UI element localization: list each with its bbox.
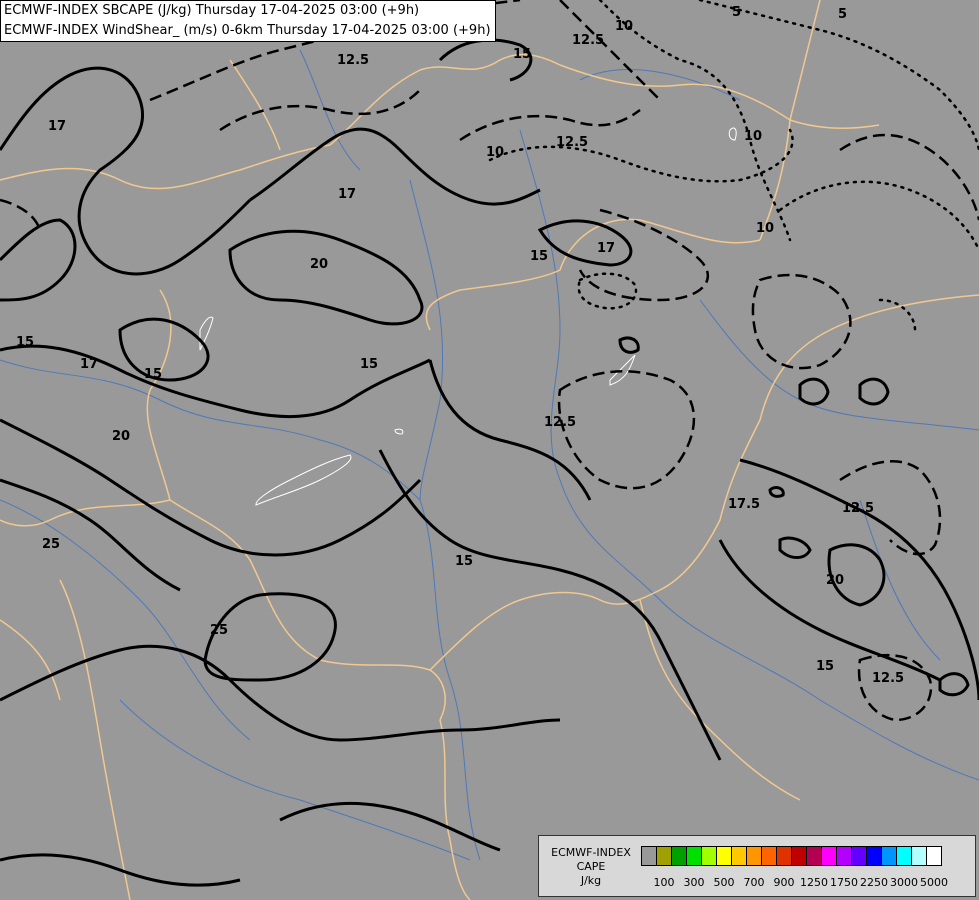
- legend-swatch: [836, 846, 852, 866]
- contour-label: 17: [48, 119, 66, 134]
- weather-map: 5 5 10 10 10 10 12.5 12.5 12.5 12.5 12.5…: [0, 0, 979, 900]
- contour-label: 20: [826, 573, 844, 588]
- contour-label: 15: [455, 554, 473, 569]
- legend-tick-label: 900: [773, 876, 795, 889]
- contour-label: 5: [838, 7, 847, 22]
- contour-label: 17: [597, 241, 615, 256]
- legend-swatch: [911, 846, 927, 866]
- legend-swatch: [731, 846, 747, 866]
- legend-tick-label: 1250: [800, 876, 828, 889]
- legend-caption-model: ECMWF-INDEX: [551, 846, 631, 859]
- legend-tick-label: 500: [713, 876, 735, 889]
- legend-swatch: [881, 846, 897, 866]
- contour-label: 12.5: [544, 415, 576, 430]
- legend-swatch: [746, 846, 762, 866]
- legend-tick-label: 3000: [890, 876, 918, 889]
- legend-swatch: [716, 846, 732, 866]
- contour-label: 12.5: [842, 501, 874, 516]
- contour-label: 17: [80, 357, 98, 372]
- contour-label: 20: [112, 429, 130, 444]
- legend-swatch: [761, 846, 777, 866]
- legend-tick-label: 300: [683, 876, 705, 889]
- legend-swatch: [641, 846, 657, 866]
- legend-tick-label: 100: [653, 876, 675, 889]
- contour-label: 15: [816, 659, 834, 674]
- legend-swatch: [791, 846, 807, 866]
- legend-swatch: [806, 846, 822, 866]
- legend-swatch: [776, 846, 792, 866]
- contour-label: 12.5: [872, 671, 904, 686]
- map-title-box: ECMWF-INDEX SBCAPE (J/kg) Thursday 17-04…: [0, 0, 496, 42]
- legend-tick-label: 2250: [860, 876, 888, 889]
- contour-label: 25: [42, 537, 60, 552]
- legend-swatch: [671, 846, 687, 866]
- legend-caption-parameter: CAPE: [576, 860, 606, 873]
- legend-swatch: [896, 846, 912, 866]
- contour-label: 12.5: [337, 53, 369, 68]
- cape-legend: ECMWF-INDEX CAPE J/kg 100 300 500 700 900 125…: [538, 835, 976, 897]
- legend-tick-label: 5000: [920, 876, 948, 889]
- legend-swatch: [851, 846, 867, 866]
- title-line-cape: ECMWF-INDEX SBCAPE (J/kg) Thursday 17-04…: [4, 3, 420, 18]
- contour-label: 17.5: [728, 497, 760, 512]
- title-line-windshear: ECMWF-INDEX WindShear_ (m/s) 0-6km Thurs…: [4, 23, 491, 38]
- contour-label: 10: [756, 221, 774, 236]
- legend-tick-label: 700: [743, 876, 765, 889]
- contour-label: 12.5: [556, 135, 588, 150]
- legend-tick-label: 1750: [830, 876, 858, 889]
- contour-label: 17: [338, 187, 356, 202]
- map-background: [0, 0, 979, 900]
- legend-swatch: [701, 846, 717, 866]
- legend-tick-labels: 100 300 500 700 900 1250 1750 2250 3000 5000: [641, 876, 971, 890]
- contour-label: 10: [486, 145, 504, 160]
- contour-label: 15: [144, 367, 162, 382]
- contour-label: 12.5: [572, 33, 604, 48]
- contour-label: 25: [210, 623, 228, 638]
- legend-color-scale: [641, 846, 942, 866]
- contour-label: 15: [360, 357, 378, 372]
- legend-swatch: [686, 846, 702, 866]
- contour-label: 5: [732, 5, 741, 20]
- legend-caption: ECMWF-INDEX CAPE J/kg: [543, 846, 639, 888]
- legend-caption-unit: J/kg: [580, 874, 602, 887]
- legend-swatch: [866, 846, 882, 866]
- contour-label: 15: [16, 335, 34, 350]
- contour-label: 15: [513, 47, 531, 62]
- contour-label: 20: [310, 257, 328, 272]
- contour-label: 15: [530, 249, 548, 264]
- contour-label: 10: [744, 129, 762, 144]
- contour-label: 10: [615, 19, 633, 34]
- legend-swatch: [926, 846, 942, 866]
- legend-swatch: [821, 846, 837, 866]
- legend-swatch: [656, 846, 672, 866]
